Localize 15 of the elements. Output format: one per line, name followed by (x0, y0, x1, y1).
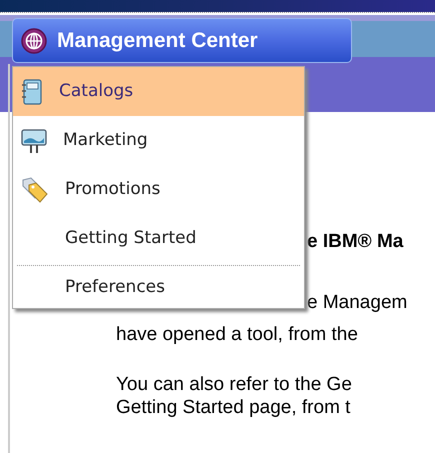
globe-icon (21, 28, 47, 54)
tags-icon (21, 176, 49, 204)
welcome-text: e Managem (307, 291, 408, 314)
welcome-text: have opened a tool, from the (116, 323, 358, 346)
welcome-text: Getting Started page, from t (116, 396, 350, 419)
menu-item[interactable]: Marketing (13, 116, 304, 165)
menu-item[interactable]: Promotions (13, 165, 304, 214)
billboard-icon (21, 128, 47, 154)
management-center-button[interactable]: Management Center (12, 18, 352, 63)
menu-item[interactable]: Preferences (13, 268, 304, 308)
notebook-icon (21, 78, 43, 104)
welcome-text: You can also refer to the Ge (116, 373, 352, 396)
menu-item[interactable]: Getting Started (13, 214, 304, 263)
menu-item[interactable]: Catalogs (13, 67, 304, 116)
welcome-heading: e IBM® Ma (307, 230, 404, 253)
